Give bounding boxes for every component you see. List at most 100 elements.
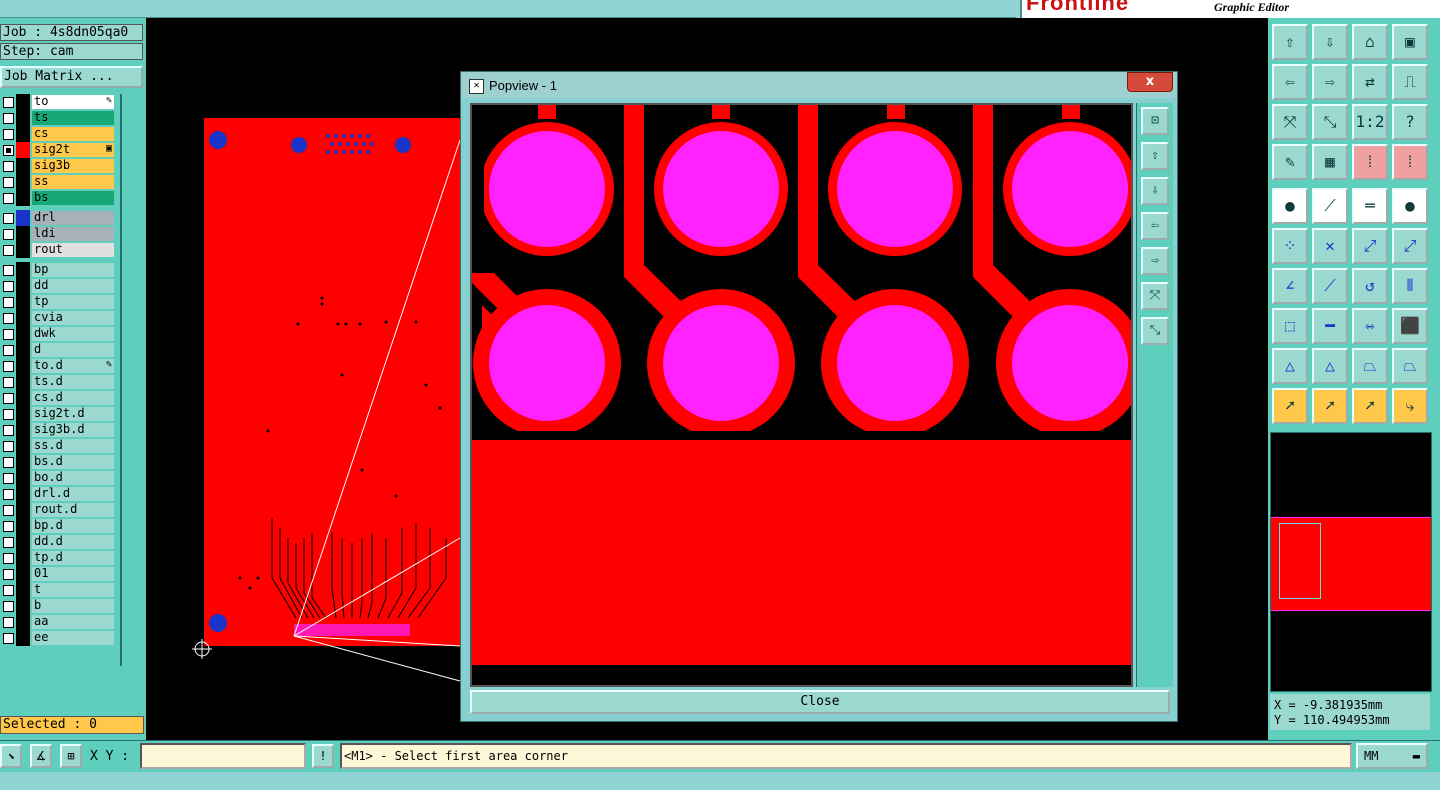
layer-color-swatch[interactable] bbox=[16, 190, 30, 206]
line-bar-icon[interactable]: ━ bbox=[1312, 308, 1348, 344]
layer-checkbox[interactable] bbox=[3, 245, 14, 256]
layer-row[interactable]: tp bbox=[0, 294, 116, 310]
layer-row[interactable]: ts bbox=[0, 110, 116, 126]
layer-row[interactable]: bs.d bbox=[0, 454, 116, 470]
layer-color-swatch[interactable] bbox=[16, 566, 30, 582]
layer-color-swatch[interactable] bbox=[16, 142, 30, 158]
grid-icon[interactable]: ▦ bbox=[1312, 144, 1348, 180]
layer-checkbox[interactable] bbox=[3, 297, 14, 308]
layer-color-swatch[interactable] bbox=[16, 262, 30, 278]
layer-checkbox[interactable] bbox=[3, 97, 14, 108]
layer-checkbox[interactable] bbox=[3, 177, 14, 188]
layer-checkbox[interactable] bbox=[3, 377, 14, 388]
layer-row[interactable]: ldi bbox=[0, 226, 116, 242]
layer-row[interactable]: aa bbox=[0, 614, 116, 630]
layer-checkbox[interactable] bbox=[3, 425, 14, 436]
scale-1-2-icon[interactable]: 1:2 bbox=[1352, 104, 1388, 140]
pan-right-icon[interactable]: ⇨ bbox=[1312, 64, 1348, 100]
layer-color-swatch[interactable] bbox=[16, 126, 30, 142]
pointer2-icon[interactable]: ➚ bbox=[1312, 388, 1348, 424]
help-icon[interactable]: ? bbox=[1392, 104, 1428, 140]
layer-color-swatch[interactable] bbox=[16, 470, 30, 486]
layer-color-swatch[interactable] bbox=[16, 534, 30, 550]
layer-checkbox[interactable] bbox=[3, 313, 14, 324]
fit-icon[interactable]: ⇿ bbox=[1352, 308, 1388, 344]
layer-row[interactable]: to ✎ bbox=[0, 94, 116, 110]
point-blue-icon[interactable]: ⤢ bbox=[1392, 228, 1428, 264]
grid-snap-icon[interactable]: ⊞ bbox=[60, 744, 82, 768]
angle-icon[interactable]: ∠ bbox=[1272, 268, 1308, 304]
layer-color-swatch[interactable] bbox=[16, 502, 30, 518]
triangle4-icon[interactable]: ⏢ bbox=[1392, 348, 1428, 384]
node-icon[interactable]: ⁘ bbox=[1272, 228, 1308, 264]
layer-checkbox[interactable] bbox=[3, 553, 14, 564]
layer-checkbox[interactable] bbox=[3, 457, 14, 468]
layer-color-swatch[interactable] bbox=[16, 294, 30, 310]
zoom-in-icon[interactable]: ⤧ bbox=[1141, 282, 1169, 310]
fill-pad-icon[interactable]: ● bbox=[1272, 188, 1308, 224]
popview-titlebar[interactable]: ✕ Popview - 1 x bbox=[461, 72, 1177, 98]
point-red-icon[interactable]: ⤢ bbox=[1352, 228, 1388, 264]
layer-row[interactable]: ss.d bbox=[0, 438, 116, 454]
layer-color-swatch[interactable] bbox=[16, 518, 30, 534]
pointer-icon[interactable]: ➚ bbox=[1272, 388, 1308, 424]
swap-icon[interactable]: ⇄ bbox=[1352, 64, 1388, 100]
layer-row[interactable]: cvia bbox=[0, 310, 116, 326]
ruler-icon[interactable]: ═ bbox=[1352, 188, 1388, 224]
job-matrix-button[interactable]: Job Matrix ... bbox=[0, 66, 143, 88]
layer-row[interactable]: dwk bbox=[0, 326, 116, 342]
layer-row[interactable]: bs bbox=[0, 190, 116, 206]
layer-checkbox[interactable] bbox=[3, 161, 14, 172]
layer-color-swatch[interactable] bbox=[16, 158, 30, 174]
pan-left-icon[interactable]: ⇦ bbox=[1272, 64, 1308, 100]
layer-checkbox[interactable] bbox=[3, 505, 14, 516]
layer-row[interactable]: bp bbox=[0, 262, 116, 278]
layer-checkbox[interactable] bbox=[3, 113, 14, 124]
layer-color-swatch[interactable] bbox=[16, 486, 30, 502]
layer-checkbox[interactable] bbox=[3, 265, 14, 276]
layer-color-swatch[interactable] bbox=[16, 598, 30, 614]
unit-select[interactable]: MM ▬ bbox=[1356, 743, 1428, 769]
popview-canvas[interactable] bbox=[470, 103, 1133, 687]
layer-checkbox[interactable] bbox=[3, 281, 14, 292]
layer-row[interactable]: ee bbox=[0, 630, 116, 646]
triangle3-icon[interactable]: ⏢ bbox=[1352, 348, 1388, 384]
layer-checkbox[interactable] bbox=[3, 601, 14, 612]
layer-row[interactable]: sig2t.d bbox=[0, 406, 116, 422]
pan-left-icon[interactable]: ⇦ bbox=[1141, 212, 1169, 240]
zoom-out-icon[interactable]: ⤡ bbox=[1312, 104, 1348, 140]
layer-row[interactable]: dd bbox=[0, 278, 116, 294]
triangle2-icon[interactable]: △ bbox=[1312, 348, 1348, 384]
layer-color-swatch[interactable] bbox=[16, 614, 30, 630]
pad-icon[interactable]: ● bbox=[1392, 188, 1428, 224]
pointer3-icon[interactable]: ➚ bbox=[1352, 388, 1388, 424]
layer-row[interactable]: ss bbox=[0, 174, 116, 190]
zoom-in-icon[interactable]: ⤧ bbox=[1272, 104, 1308, 140]
layers-red-icon[interactable]: ⁞ bbox=[1352, 144, 1388, 180]
layer-color-swatch[interactable] bbox=[16, 630, 30, 646]
layer-color-swatch[interactable] bbox=[16, 390, 30, 406]
layer-checkbox[interactable] bbox=[3, 441, 14, 452]
layer-checkbox[interactable] bbox=[3, 409, 14, 420]
layer-checkbox[interactable] bbox=[3, 489, 14, 500]
layer-color-swatch[interactable] bbox=[16, 110, 30, 126]
layer-color-swatch[interactable] bbox=[16, 438, 30, 454]
layer-checkbox[interactable] bbox=[3, 633, 14, 644]
layer-row[interactable]: b bbox=[0, 598, 116, 614]
route-icon[interactable]: ⤷ bbox=[1392, 388, 1428, 424]
layer-row[interactable]: bo.d bbox=[0, 470, 116, 486]
layer-checkbox[interactable] bbox=[3, 193, 14, 204]
snap-angle-icon[interactable]: ∡ bbox=[30, 744, 52, 768]
overview-map[interactable] bbox=[1270, 432, 1432, 692]
layer-checkbox[interactable] bbox=[3, 345, 14, 356]
color-blocks-icon[interactable]: ⬛ bbox=[1392, 308, 1428, 344]
alert-button[interactable]: ! bbox=[312, 744, 334, 768]
layer-row[interactable]: to.d ✎ bbox=[0, 358, 116, 374]
layer-checkbox[interactable] bbox=[3, 145, 14, 156]
cross-icon[interactable]: ✕ bbox=[1312, 228, 1348, 264]
line-red-icon[interactable]: ⟋ bbox=[1312, 268, 1348, 304]
layer-row[interactable]: dd.d bbox=[0, 534, 116, 550]
layer-checkbox[interactable] bbox=[3, 617, 14, 628]
layer-color-swatch[interactable] bbox=[16, 210, 30, 226]
pan-up-icon[interactable]: ⇧ bbox=[1141, 142, 1169, 170]
